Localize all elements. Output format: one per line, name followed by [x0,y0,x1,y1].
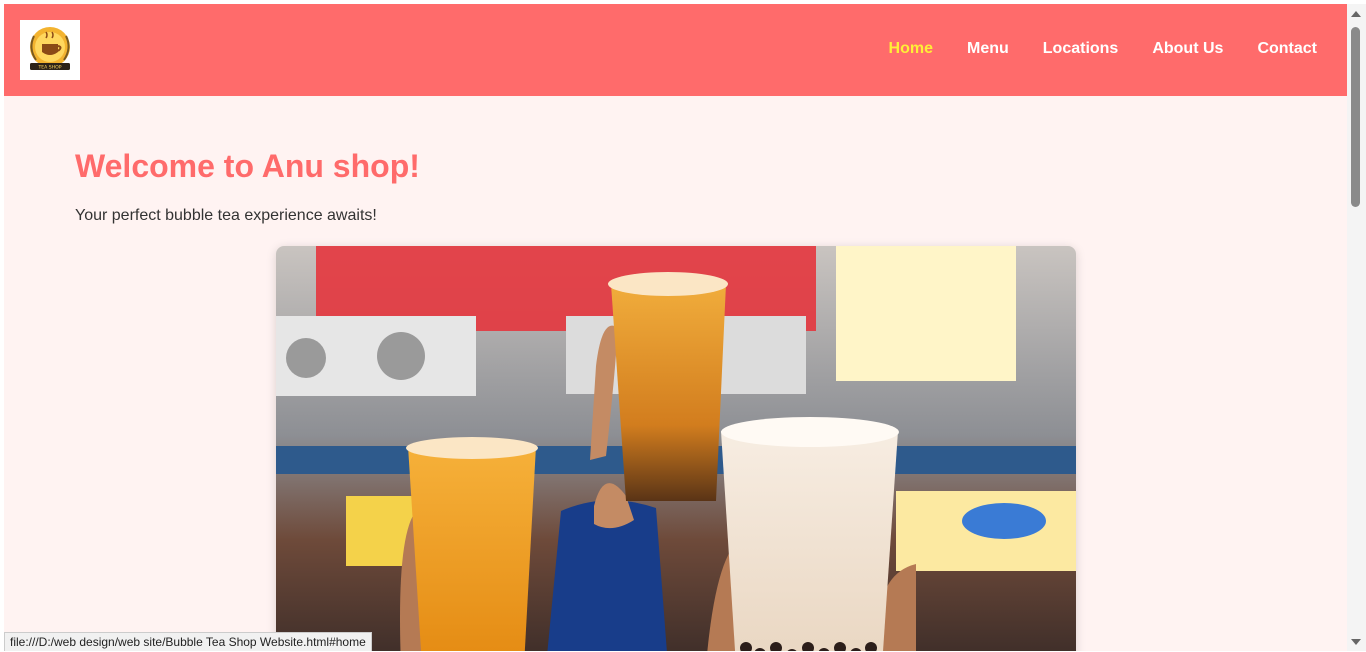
nav-link-menu[interactable]: Menu [967,40,1009,58]
tea-shop-logo-icon: TEA SHOP [30,27,70,71]
hero-image [276,246,1076,651]
logo[interactable]: TEA SHOP [20,20,80,80]
vertical-scrollbar[interactable] [1347,4,1366,651]
nav-link-locations[interactable]: Locations [1043,40,1119,58]
svg-text:TEA SHOP: TEA SHOP [37,65,61,71]
bubble-tea-photo-icon [276,246,1076,651]
nav-link-contact[interactable]: Contact [1257,40,1317,58]
page: TEA SHOP Home Menu Locations About Us Co… [4,4,1347,651]
top-nav-bar: TEA SHOP Home Menu Locations About Us Co… [4,4,1347,96]
nav-link-about-us[interactable]: About Us [1152,40,1223,58]
page-title: Welcome to Anu shop! [75,148,420,184]
scroll-up-arrow-icon[interactable] [1351,11,1361,17]
nav-link-home[interactable]: Home [889,40,933,58]
main-nav: Home Menu Locations About Us Contact [889,40,1317,58]
status-bar-url: file:///D:/web design/web site/Bubble Te… [4,632,372,651]
scrollbar-thumb[interactable] [1351,27,1360,207]
scroll-down-arrow-icon[interactable] [1351,639,1361,645]
page-subtitle: Your perfect bubble tea experience await… [75,207,377,224]
